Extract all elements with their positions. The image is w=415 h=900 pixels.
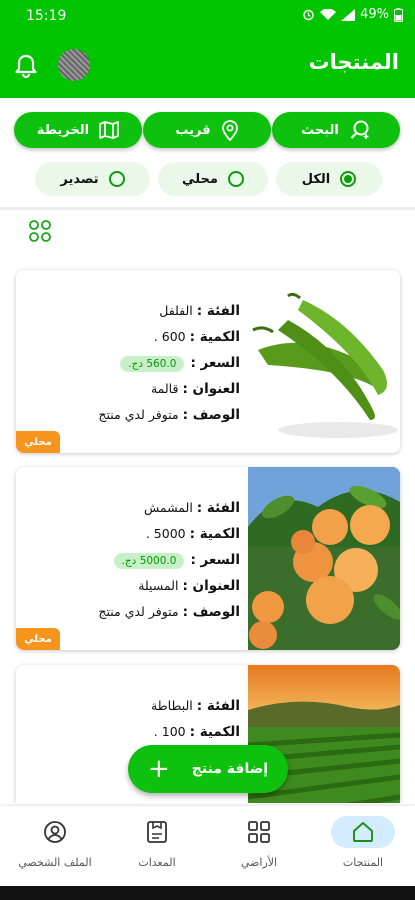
radio-unselected-icon	[108, 171, 125, 187]
map-button-label: الخريطة	[36, 122, 90, 138]
nav-item-products[interactable]: المنتجات	[313, 816, 413, 882]
alarm-icon	[303, 9, 314, 21]
profile-icon	[44, 821, 66, 843]
nav-label-profile: الملف الشخصي	[18, 856, 92, 869]
radio-unselected-icon	[227, 171, 244, 187]
search-button-label: البحث	[301, 122, 339, 138]
lands-icon	[248, 821, 270, 843]
bottom-navigation: الملف الشخصي المعدات الأراضي المنتجات	[0, 806, 415, 886]
nav-label-products: المنتجات	[342, 856, 384, 869]
filter-chips: تصدير محلي الكل	[0, 162, 415, 196]
action-buttons: الخريطة قريب البحث	[0, 112, 415, 150]
filter-local-label: محلي	[182, 171, 218, 187]
nearby-button-label: قريب	[175, 122, 211, 138]
product-quantity: 100 .	[153, 724, 186, 739]
search-icon	[350, 120, 369, 139]
product-quantity: 600 .	[153, 329, 186, 344]
product-quantity: 5000 .	[145, 526, 186, 541]
product-card[interactable]: الفئة : المشمش الكمية : 5000 . السعر :50…	[16, 467, 400, 650]
product-description: متوفر لدي منتج	[98, 407, 179, 422]
radio-selected-icon	[340, 171, 357, 187]
search-button[interactable]: البحث	[272, 112, 400, 148]
filter-all[interactable]: الكل	[276, 162, 382, 196]
avatar[interactable]	[58, 49, 90, 81]
product-info: الفئة : المشمش الكمية : 5000 . السعر :50…	[98, 500, 240, 620]
plus-icon: +	[147, 754, 170, 784]
map-icon	[99, 121, 120, 139]
home-icon	[353, 822, 373, 842]
nav-item-lands[interactable]: الأراضي	[209, 816, 309, 882]
system-nav-bar	[0, 886, 415, 900]
product-list: الفئة : الفلفل الكمية : 600 . السعر :560…	[0, 250, 415, 803]
status-badge: محلي	[16, 431, 60, 453]
product-price: 560.0 دج.	[120, 355, 185, 372]
filter-local[interactable]: محلي	[158, 162, 268, 196]
nav-item-equipment[interactable]: المعدات	[107, 816, 207, 882]
filter-export-label: تصدير	[60, 171, 99, 187]
signal-icon	[341, 8, 356, 21]
grid-view-icon[interactable]	[28, 219, 52, 243]
filter-all-label: الكل	[301, 171, 331, 187]
add-product-label: إضافة منتج	[191, 761, 269, 777]
product-info: الفئة : البطاطة الكمية : 100 .	[151, 698, 240, 740]
product-info: الفئة : الفلفل الكمية : 600 . السعر :560…	[98, 303, 240, 423]
product-address: قالمة	[150, 381, 179, 396]
product-address: المسيلة	[138, 578, 179, 593]
product-category: المشمش	[143, 500, 193, 515]
bell-icon[interactable]	[12, 52, 40, 80]
product-card[interactable]: الفئة : الفلفل الكمية : 600 . السعر :560…	[16, 270, 400, 453]
nav-label-equipment: المعدات	[138, 856, 176, 869]
product-image-apricots	[248, 467, 400, 650]
divider	[0, 207, 415, 210]
filter-export[interactable]: تصدير	[35, 162, 150, 196]
nav-label-lands: الأراضي	[240, 856, 278, 869]
product-price: 5000.0 دج.	[113, 552, 185, 569]
status-time: 15:19	[26, 8, 67, 24]
map-button[interactable]: الخريطة	[14, 112, 142, 148]
status-bar: 15:19 49%	[0, 0, 415, 34]
wifi-icon	[320, 8, 337, 20]
product-image-peppers	[248, 270, 400, 453]
app-bar: المنتجات	[0, 34, 415, 98]
product-category: الفلفل	[159, 303, 193, 318]
add-product-button[interactable]: + إضافة منتج	[128, 745, 288, 793]
battery-icon	[394, 7, 403, 22]
location-pin-icon	[221, 120, 238, 141]
nav-item-profile[interactable]: الملف الشخصي	[5, 816, 105, 882]
status-badge: محلي	[16, 628, 60, 650]
product-description: متوفر لدي منتج	[98, 604, 179, 619]
product-category: البطاطة	[151, 698, 193, 713]
battery-percent: 49%	[360, 7, 389, 22]
equipment-icon	[147, 821, 167, 843]
page-title: المنتجات	[308, 50, 399, 74]
nearby-button[interactable]: قريب	[143, 112, 271, 148]
